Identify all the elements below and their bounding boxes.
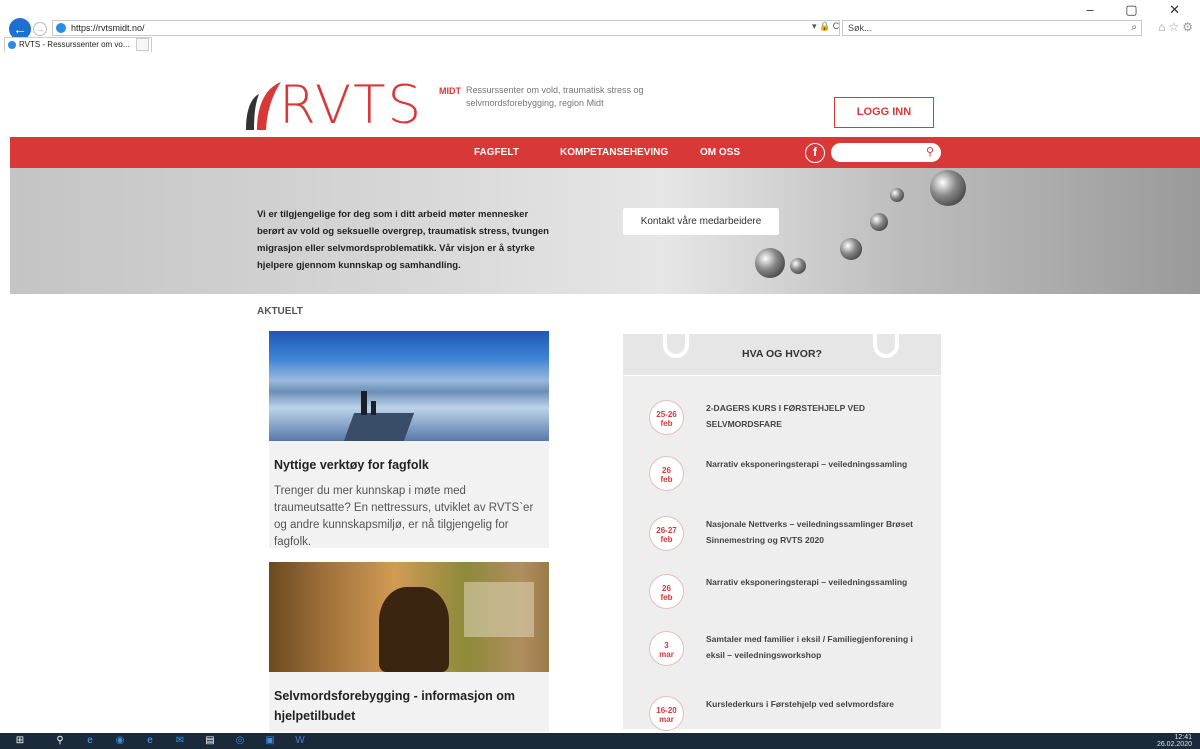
news-card[interactable]: Selvmordsforebygging - informasjon om hj… bbox=[269, 562, 549, 732]
leaf-logo-icon bbox=[246, 82, 281, 130]
main-nav: FAGFELT KOMPETANSEHEVING OM OSS f ⚲ bbox=[10, 137, 1200, 168]
event-item[interactable]: 3 mar Samtaler med familier i eksil / Fam… bbox=[649, 631, 939, 681]
logo-midt: MIDT bbox=[439, 86, 461, 96]
browser-chrome: – ▢ ✕ ← → https://rvtsmidt.no/ ▾ 🔒 C Søk… bbox=[0, 0, 1200, 52]
search-icon[interactable]: ⚲ bbox=[54, 735, 66, 747]
event-item[interactable]: 26 feb Narrativ eksponeringsterapi – veil… bbox=[649, 456, 939, 506]
water-drop-image bbox=[870, 213, 888, 231]
news-title[interactable]: Nyttige verktøy for fagfolk bbox=[269, 441, 549, 475]
news-image-lake bbox=[269, 331, 549, 441]
news-image-window bbox=[269, 562, 549, 672]
event-item[interactable]: 25-26 feb 2-DAGERS KURS I FØRSTEHJELP VED… bbox=[649, 400, 939, 450]
event-title[interactable]: 2-DAGERS KURS I FØRSTEHJELP VED SELVMORD… bbox=[706, 400, 926, 432]
aktuelt-heading: AKTUELT bbox=[257, 306, 303, 317]
facebook-icon[interactable]: f bbox=[805, 143, 825, 163]
news-title[interactable]: Selvmordsforebygging - informasjon om hj… bbox=[269, 672, 549, 726]
favorites-icons[interactable]: ⌂☆⚙ bbox=[1158, 20, 1196, 34]
url-text: https://rvtsmidt.no/ bbox=[71, 23, 145, 33]
event-title[interactable]: Kurslederkurs i Førstehjelp ved selvmord… bbox=[706, 696, 926, 712]
address-bar[interactable]: https://rvtsmidt.no/ bbox=[52, 20, 840, 36]
figure-shape bbox=[371, 401, 376, 415]
logo-text: RVTS bbox=[279, 75, 424, 136]
event-date: 26 feb bbox=[649, 456, 684, 491]
contact-button[interactable]: Kontakt våre medarbeidere bbox=[623, 208, 779, 235]
tab-title: RVTS - Ressurssenter om vo... bbox=[19, 40, 130, 49]
hero-text: Vi er tilgjengelige for deg som i ditt a… bbox=[257, 209, 549, 271]
windows-taskbar: ⊞ ⚲ e ◉ e ✉ ▤ ◎ ▣ W 12:41 26.02.2020 bbox=[0, 733, 1200, 749]
ie-icon[interactable]: e bbox=[84, 735, 96, 747]
ie-icon[interactable]: e bbox=[144, 735, 156, 747]
login-button[interactable]: LOGG INN bbox=[834, 97, 934, 128]
news-card[interactable]: Nyttige verktøy for fagfolk Trenger du m… bbox=[269, 331, 549, 548]
event-title[interactable]: Narrativ eksponeringsterapi – veiledning… bbox=[706, 574, 926, 590]
event-date: 26-27 feb bbox=[649, 516, 684, 551]
chat-icon[interactable]: ◎ bbox=[234, 735, 246, 747]
new-tab-button[interactable] bbox=[136, 38, 149, 51]
water-drop-image bbox=[930, 170, 966, 206]
event-item[interactable]: 26 feb Narrativ eksponeringsterapi – veil… bbox=[649, 574, 939, 624]
event-date: 25-26 feb bbox=[649, 400, 684, 435]
person-shape bbox=[379, 587, 449, 672]
ie-icon bbox=[8, 41, 16, 49]
outlook-icon[interactable]: ✉ bbox=[174, 735, 186, 747]
event-date: 16-20 mar bbox=[649, 696, 684, 731]
news-text: Trenger du mer kunnskap i møte med traum… bbox=[274, 485, 534, 548]
site-logo[interactable]: RVTS MIDT bbox=[243, 75, 461, 136]
event-date: 3 mar bbox=[649, 631, 684, 666]
event-title[interactable]: Narrativ eksponeringsterapi – veiledning… bbox=[706, 456, 926, 472]
site-tagline: Ressurssenter om vold, traumatisk stress… bbox=[466, 85, 644, 108]
pier-shape bbox=[343, 413, 415, 441]
search-icon[interactable]: ⌕ bbox=[1131, 21, 1137, 35]
nav-item-kompetanseheving[interactable]: KOMPETANSEHEVING bbox=[560, 137, 668, 168]
system-tray[interactable]: 12:41 26.02.2020 bbox=[1157, 734, 1192, 748]
edge-icon[interactable]: ◉ bbox=[114, 735, 126, 747]
nav-item-om-oss[interactable]: OM OSS bbox=[700, 137, 740, 168]
water-drop-image bbox=[890, 188, 904, 202]
clock-date: 26.02.2020 bbox=[1156, 741, 1192, 748]
events-calendar: HVA OG HVOR? 25-26 feb 2-DAGERS KURS I FØ… bbox=[623, 312, 941, 731]
water-drop-image bbox=[755, 248, 785, 278]
hero-banner: Vi er tilgjengelige for deg som i ditt a… bbox=[10, 168, 1200, 294]
app-icon[interactable]: ▣ bbox=[264, 735, 276, 747]
water-drop-image bbox=[840, 238, 862, 260]
event-item[interactable]: 26-27 feb Nasjonale Nettverks – veilednin… bbox=[649, 516, 939, 566]
water-drop-image bbox=[790, 258, 806, 274]
word-icon[interactable]: W bbox=[294, 735, 306, 747]
forward-arrow-icon[interactable]: → bbox=[33, 22, 47, 36]
address-tools[interactable]: ▾ 🔒 C bbox=[812, 21, 839, 32]
browser-search-placeholder: Søk... bbox=[848, 23, 872, 33]
window-shape bbox=[464, 582, 534, 637]
figure-shape bbox=[361, 391, 367, 415]
clock-time: 12:41 bbox=[1174, 734, 1192, 741]
events-title: HVA OG HVOR? bbox=[742, 348, 822, 360]
event-date: 26 feb bbox=[649, 574, 684, 609]
browser-tab[interactable]: RVTS - Ressurssenter om vo... × bbox=[4, 37, 152, 52]
search-icon[interactable]: ⚲ bbox=[926, 145, 934, 158]
event-title[interactable]: Samtaler med familier i eksil / Familieg… bbox=[706, 631, 926, 663]
nav-item-fagfelt[interactable]: FAGFELT bbox=[474, 137, 519, 168]
event-title[interactable]: Nasjonale Nettverks – veiledningssamling… bbox=[706, 516, 926, 548]
site-search-input[interactable]: ⚲ bbox=[831, 143, 941, 162]
events-header: HVA OG HVOR? bbox=[623, 312, 941, 376]
printer-icon[interactable]: ▤ bbox=[204, 735, 216, 747]
windows-start-icon[interactable]: ⊞ bbox=[14, 735, 26, 747]
ie-icon bbox=[56, 23, 66, 33]
browser-search-input[interactable]: Søk... ⌕ bbox=[842, 20, 1142, 36]
window-controls[interactable]: – ▢ ✕ bbox=[1086, 2, 1194, 18]
